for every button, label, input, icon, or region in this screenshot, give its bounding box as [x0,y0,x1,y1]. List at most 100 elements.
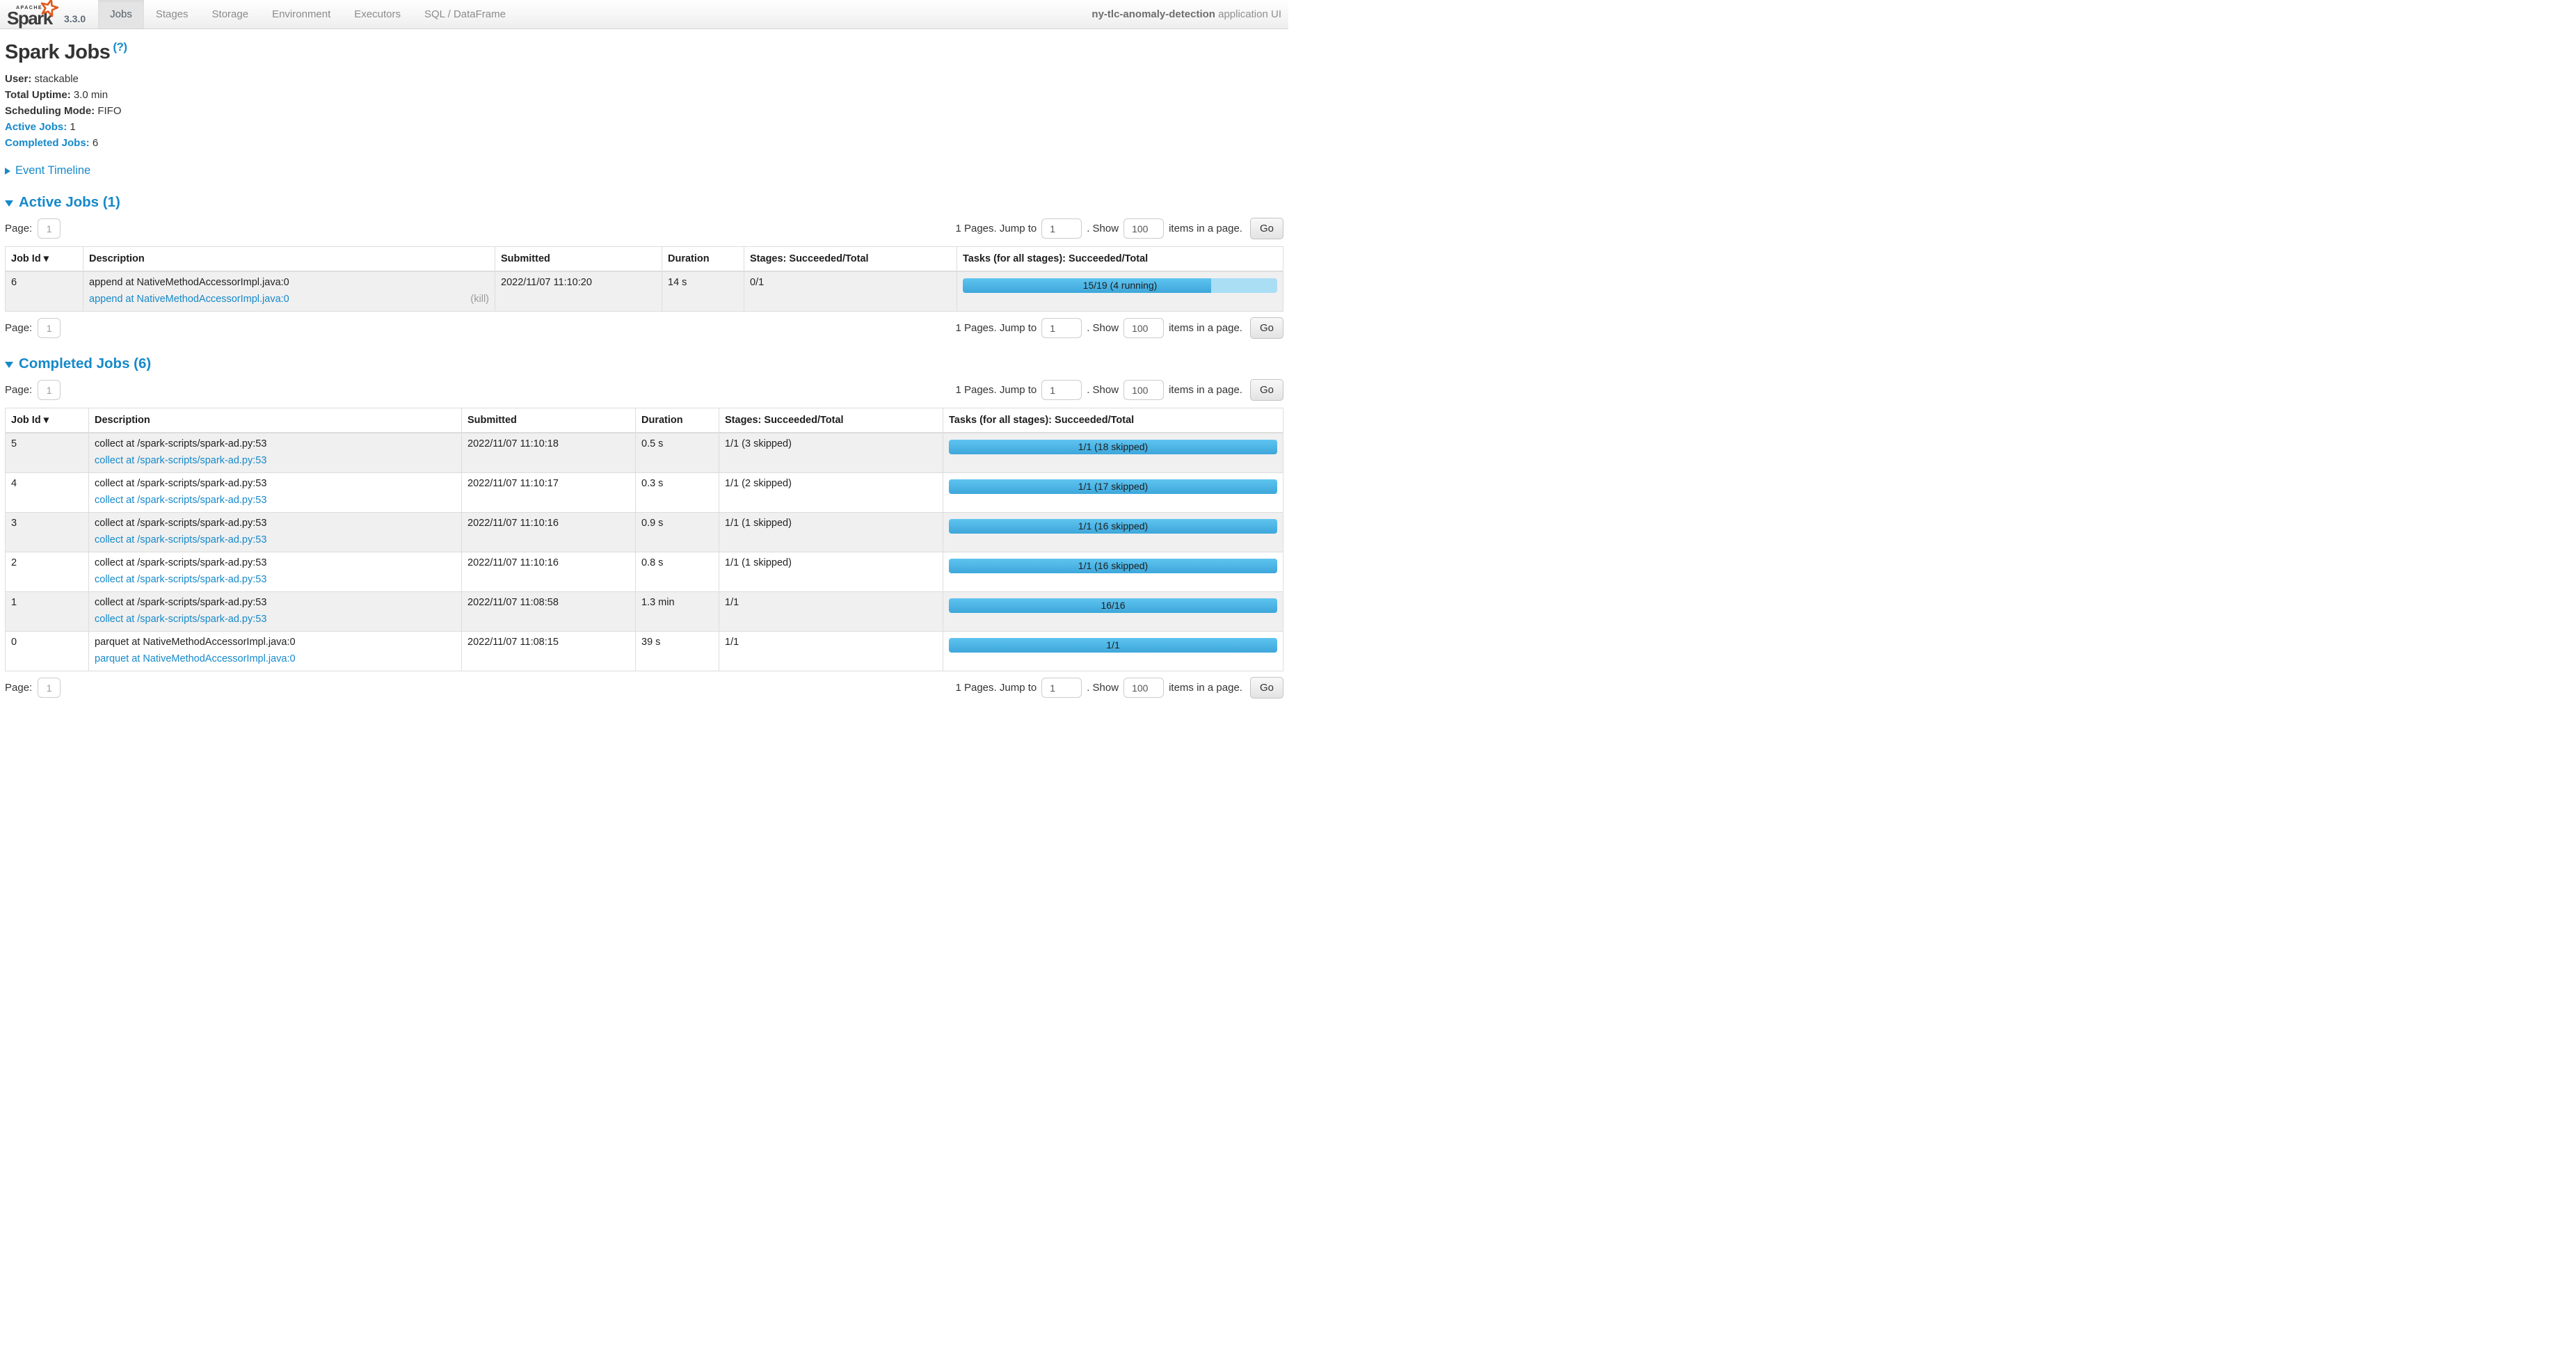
tab-sql-dataframe[interactable]: SQL / DataFrame [413,0,518,29]
job-submitted-cell: 2022/11/07 11:10:20 [495,271,662,312]
pages-count-text: 1 Pages. Jump to [955,223,1037,234]
jump-to-page-input[interactable] [1041,318,1082,338]
active-jobs-table-body: 6 append at NativeMethodAccessorImpl.jav… [6,271,1283,312]
job-duration-cell: 1.3 min [636,592,719,632]
show-text: . Show [1087,223,1119,234]
completed-jobs-section-header[interactable]: Completed Jobs (6) [5,356,1283,372]
job-description-link[interactable]: collect at /spark-scripts/spark-ad.py:53 [95,495,266,506]
job-stages-cell: 1/1 (3 skipped) [719,433,943,473]
job-duration-cell: 0.9 s [636,513,719,552]
job-tasks-cell: 1/1 (16 skipped) [943,513,1283,552]
help-link[interactable]: (?) [113,40,127,54]
job-stages-cell: 1/1 [719,592,943,632]
jump-to-page-input[interactable] [1041,218,1082,239]
job-description-text: collect at /spark-scripts/spark-ad.py:53 [95,557,456,568]
job-tasks-cell: 15/19 (4 running) [957,271,1283,312]
job-submitted-cell: 2022/11/07 11:10:17 [462,473,636,513]
jump-to-page-input[interactable] [1041,380,1082,400]
page-label: Page: [5,682,32,694]
active-jobs-link[interactable]: Active Jobs: [5,121,67,133]
tab-environment[interactable]: Environment [260,0,342,29]
page-content: Spark Jobs(?) User: stackable Total Upti… [0,40,1288,715]
tasks-progress-bar: 1/1 (16 skipped) [949,519,1277,534]
job-tasks-cell: 1/1 (18 skipped) [943,433,1283,473]
col-header-stages[interactable]: Stages: Succeeded/Total [744,247,957,272]
jump-to-page-input[interactable] [1041,678,1082,698]
items-per-page-input[interactable] [1123,678,1164,698]
completed-jobs-link[interactable]: Completed Jobs: [5,137,90,149]
job-description-link[interactable]: collect at /spark-scripts/spark-ad.py:53 [95,455,266,466]
active-jobs-top-pagination: Page: 1 Pages. Jump to . Show items in a… [5,218,1283,239]
job-row: 0 parquet at NativeMethodAccessorImpl.ja… [6,632,1283,671]
app-summary: User: stackable Total Uptime: 3.0 min Sc… [5,71,1283,151]
tasks-progress-label: 1/1 (18 skipped) [949,440,1277,454]
page-label: Page: [5,223,32,234]
page-number-input[interactable] [38,318,61,338]
uptime-label: Total Uptime: [5,89,71,101]
go-button[interactable]: Go [1250,677,1283,699]
col-header-tasks[interactable]: Tasks (for all stages): Succeeded/Total [957,247,1283,272]
pages-count-text: 1 Pages. Jump to [955,682,1037,694]
go-button[interactable]: Go [1250,317,1283,339]
tab-storage[interactable]: Storage [200,0,261,29]
job-description-cell: append at NativeMethodAccessorImpl.java:… [83,271,495,312]
col-header-stages[interactable]: Stages: Succeeded/Total [719,408,943,433]
completed-jobs-table-head: Job Id ▾ Description Submitted Duration … [6,408,1283,433]
job-description-link[interactable]: collect at /spark-scripts/spark-ad.py:53 [95,534,266,545]
job-description-text: collect at /spark-scripts/spark-ad.py:53 [95,597,456,608]
col-header-submitted[interactable]: Submitted [495,247,662,272]
page-number-input[interactable] [38,678,61,698]
event-timeline-toggle[interactable]: Event Timeline [5,164,1283,177]
job-row: 2 collect at /spark-scripts/spark-ad.py:… [6,552,1283,592]
job-id-cell: 4 [6,473,89,513]
completed-jobs-section-title: Completed Jobs (6) [19,356,151,372]
col-header-job-id[interactable]: Job Id ▾ [6,247,83,272]
job-description-text: collect at /spark-scripts/spark-ad.py:53 [95,438,456,449]
col-header-description[interactable]: Description [83,247,495,272]
show-text: . Show [1087,384,1119,396]
go-button[interactable]: Go [1250,218,1283,239]
col-header-description[interactable]: Description [89,408,462,433]
kill-link[interactable]: (kill) [470,294,489,305]
job-description-link[interactable]: collect at /spark-scripts/spark-ad.py:53 [95,574,266,585]
tab-stages[interactable]: Stages [144,0,200,29]
items-per-page-input[interactable] [1123,318,1164,338]
job-description-link[interactable]: collect at /spark-scripts/spark-ad.py:53 [95,614,266,625]
job-row: 5 collect at /spark-scripts/spark-ad.py:… [6,433,1283,473]
col-header-duration[interactable]: Duration [662,247,744,272]
job-row: 4 collect at /spark-scripts/spark-ad.py:… [6,473,1283,513]
page-title: Spark Jobs(?) [5,40,1283,64]
completed-jobs-table-body: 5 collect at /spark-scripts/spark-ad.py:… [6,433,1283,671]
items-per-page-input[interactable] [1123,380,1164,400]
page-number-input[interactable] [38,218,61,239]
job-description-link[interactable]: parquet at NativeMethodAccessorImpl.java… [95,653,296,664]
completed-jobs-count: 6 [93,137,98,149]
tasks-progress-bar: 1/1 [949,638,1277,653]
tab-executors[interactable]: Executors [342,0,413,29]
job-duration-cell: 0.8 s [636,552,719,592]
spark-logo: APACHE Spark 3.3.0 [0,0,91,29]
col-header-tasks[interactable]: Tasks (for all stages): Succeeded/Total [943,408,1283,433]
summary-user: User: stackable [5,71,1283,87]
show-text: . Show [1087,682,1119,694]
col-header-submitted[interactable]: Submitted [462,408,636,433]
spark-version: 3.3.0 [63,13,86,26]
col-header-duration[interactable]: Duration [636,408,719,433]
job-description-link[interactable]: append at NativeMethodAccessorImpl.java:… [89,294,289,305]
scheduling-mode-value: FIFO [97,105,121,117]
col-header-job-id[interactable]: Job Id ▾ [6,408,89,433]
job-stages-cell: 1/1 (2 skipped) [719,473,943,513]
application-name: ny-tlc-anomaly-detection [1091,8,1215,20]
application-suffix: application UI [1218,8,1281,20]
page-label: Page: [5,384,32,396]
page-selector: Page: [5,678,61,698]
active-jobs-section-header[interactable]: Active Jobs (1) [5,194,1283,211]
tab-jobs[interactable]: Jobs [98,0,144,29]
items-per-page-input[interactable] [1123,218,1164,239]
tasks-progress-bar: 15/19 (4 running) [963,278,1277,293]
tasks-progress-label: 15/19 (4 running) [963,278,1277,293]
page-number-input[interactable] [38,380,61,400]
page-jump-controls: 1 Pages. Jump to . Show items in a page.… [955,218,1283,239]
job-description-text: parquet at NativeMethodAccessorImpl.java… [95,637,456,648]
go-button[interactable]: Go [1250,379,1283,401]
